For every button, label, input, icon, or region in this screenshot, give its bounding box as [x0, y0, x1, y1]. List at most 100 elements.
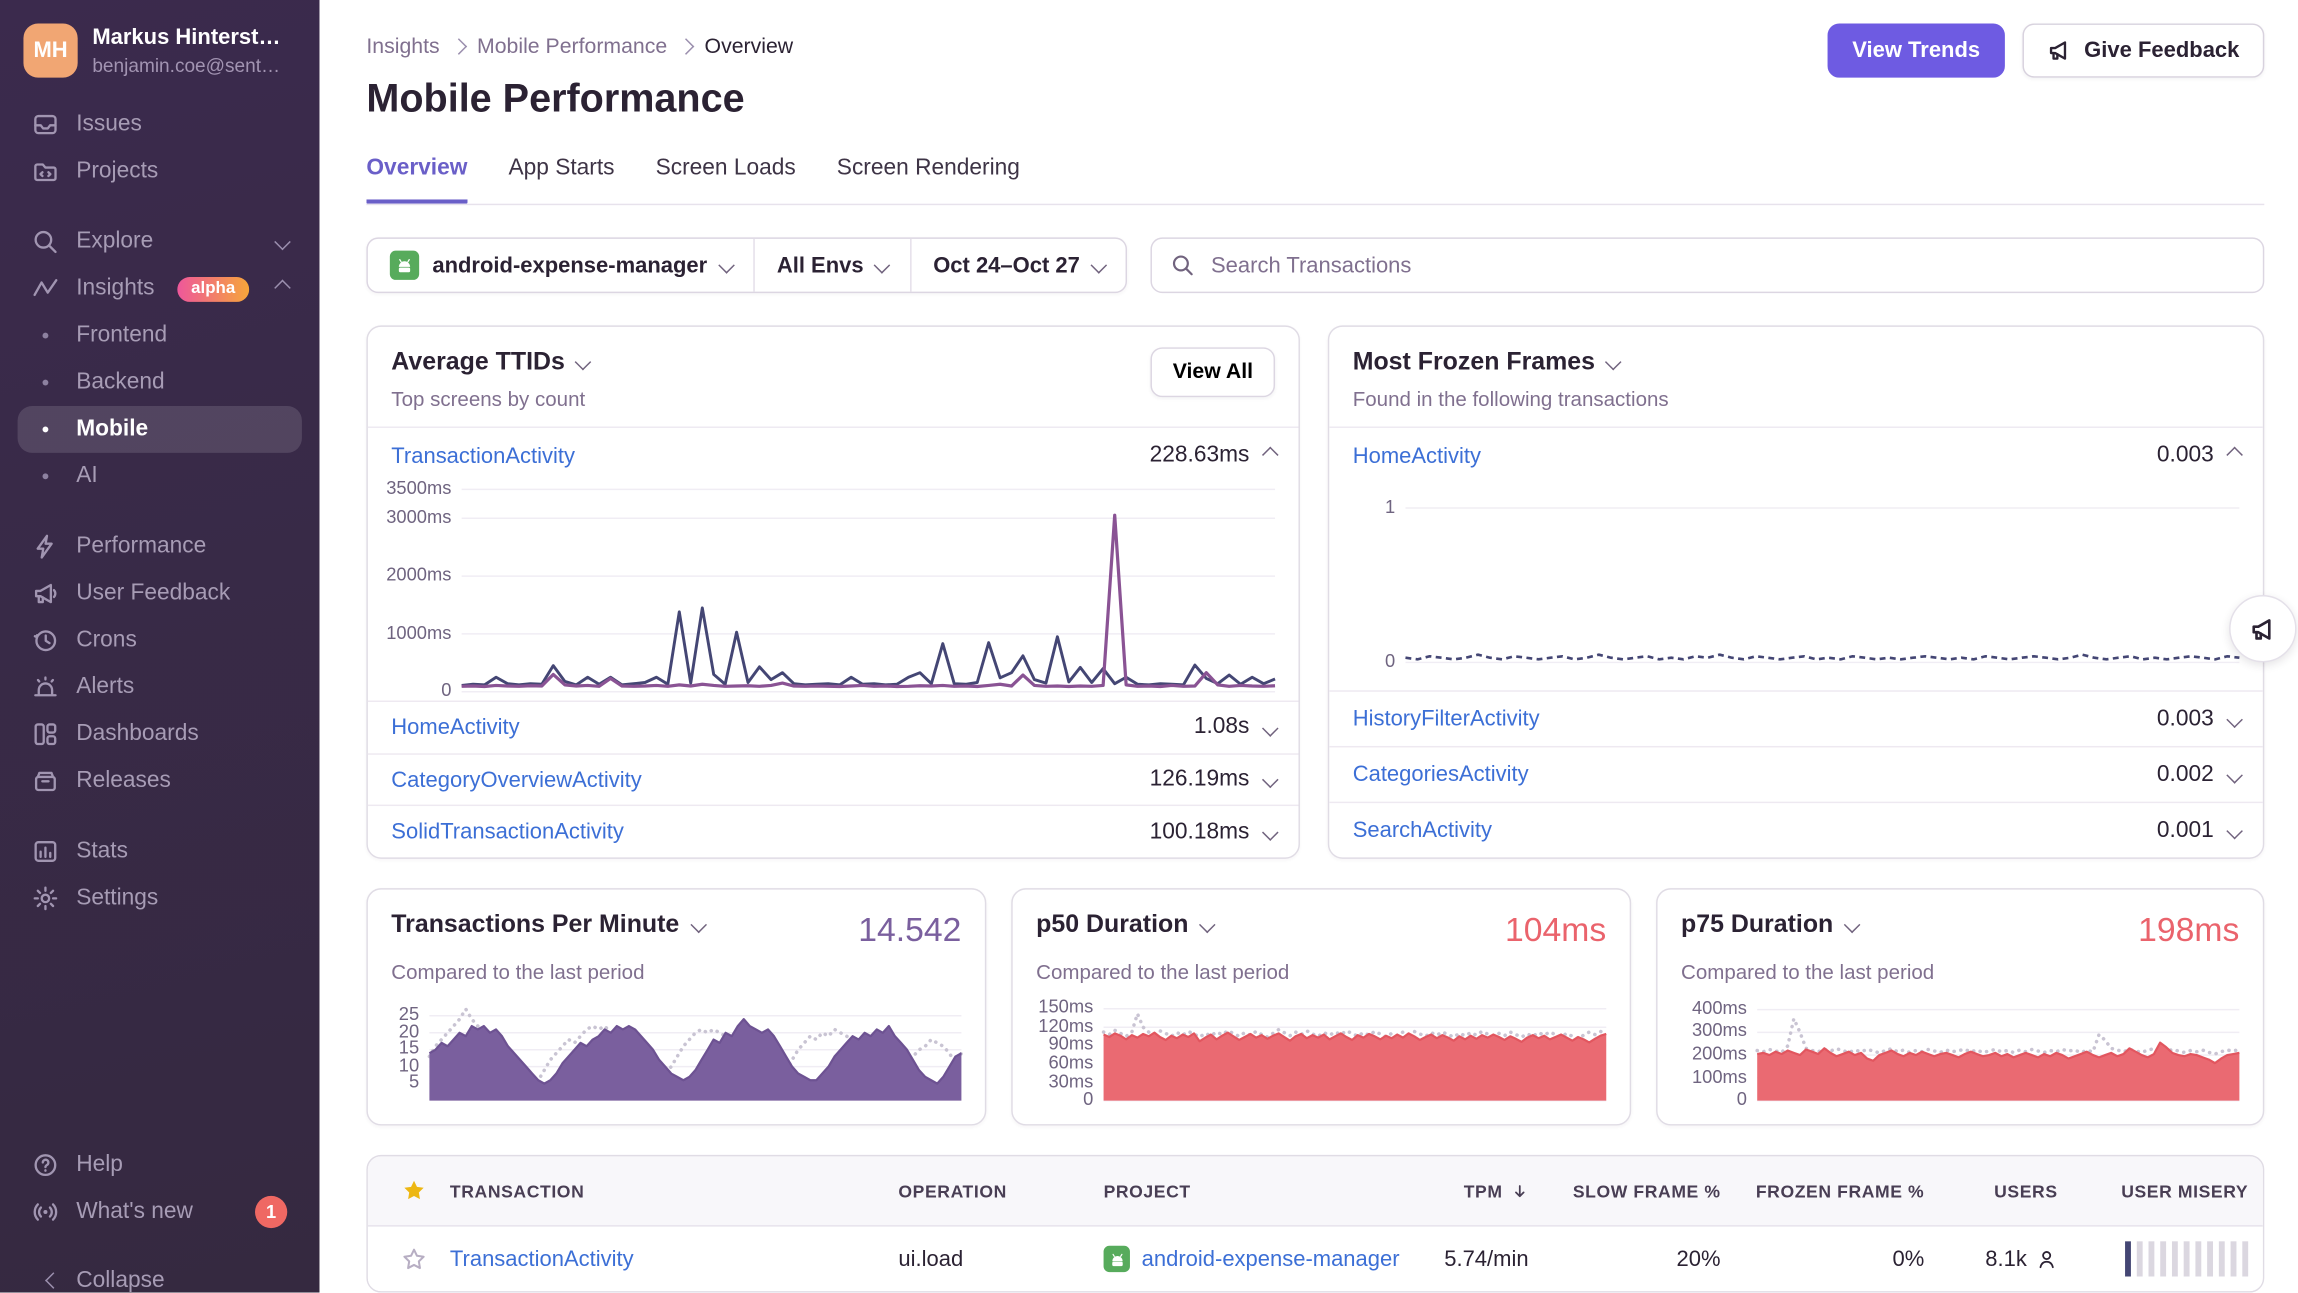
- transaction-link[interactable]: TransactionActivity: [450, 1246, 634, 1271]
- tpm-chart: 252015105: [391, 1004, 961, 1101]
- star-column-header[interactable]: [368, 1178, 435, 1203]
- expand-row-button[interactable]: [2226, 822, 2242, 838]
- android-icon: [1104, 1246, 1130, 1272]
- sort-desc-icon: [1511, 1182, 1529, 1200]
- sidebar-item-explore[interactable]: Explore: [18, 218, 302, 265]
- star-toggle[interactable]: [368, 1246, 435, 1271]
- column-header-frozen-frame[interactable]: FROZEN FRAME %: [1735, 1181, 1939, 1202]
- give-feedback-button[interactable]: Give Feedback: [2023, 23, 2265, 77]
- avatar: MH: [23, 23, 77, 77]
- search-input[interactable]: [1208, 251, 2244, 279]
- siren-icon: [32, 674, 58, 700]
- sidebar-item-frontend[interactable]: Frontend: [18, 312, 302, 359]
- transaction-link[interactable]: HistoryFilterActivity: [1353, 706, 1540, 731]
- transaction-link[interactable]: CategoryOverviewActivity: [391, 767, 641, 792]
- projects-icon: [32, 158, 58, 184]
- view-trends-button[interactable]: View Trends: [1827, 23, 2005, 77]
- environment-filter[interactable]: All Envs: [753, 239, 909, 292]
- tab-screen-loads[interactable]: Screen Loads: [656, 155, 796, 203]
- search-icon: [1171, 254, 1194, 277]
- project-filter[interactable]: android-expense-manager: [368, 239, 754, 292]
- chevron-down-icon: [1199, 917, 1215, 933]
- breadcrumb-separator: [678, 39, 694, 55]
- tab-bar: Overview App Starts Screen Loads Screen …: [366, 155, 2264, 205]
- collapse-row-button[interactable]: [2226, 448, 2242, 464]
- transaction-link[interactable]: CategoriesActivity: [1353, 762, 1529, 787]
- expand-row-button[interactable]: [2226, 711, 2242, 727]
- date-range-filter[interactable]: Oct 24–Oct 27: [910, 239, 1126, 292]
- sidebar-item-dashboards[interactable]: Dashboards: [18, 711, 302, 758]
- megaphone-icon: [32, 580, 58, 606]
- transaction-link[interactable]: HomeActivity: [1353, 443, 1481, 468]
- sidebar: MH Markus Hinterst… benjamin.coe@sent… I…: [0, 0, 319, 1293]
- sidebar-item-user-feedback[interactable]: User Feedback: [18, 570, 302, 617]
- view-all-button[interactable]: View All: [1151, 347, 1275, 397]
- column-header-tpm[interactable]: TPM: [1397, 1181, 1544, 1202]
- sidebar-item-whats-new[interactable]: What's new 1: [18, 1189, 302, 1236]
- user-menu[interactable]: MH Markus Hinterst… benjamin.coe@sent…: [18, 21, 302, 81]
- p50-chart: 150ms120ms90ms60ms30ms0: [1036, 1004, 1606, 1101]
- bullet-icon: [43, 333, 49, 339]
- chevron-down-icon: [1091, 257, 1107, 273]
- expand-row-button[interactable]: [1262, 720, 1278, 736]
- expand-row-button[interactable]: [1262, 772, 1278, 788]
- column-header-users[interactable]: USERS: [1939, 1181, 2072, 1202]
- chevron-down-icon: [874, 257, 890, 273]
- sidebar-item-releases[interactable]: Releases: [18, 758, 302, 805]
- sidebar-item-stats[interactable]: Stats: [18, 828, 302, 875]
- sidebar-item-crons[interactable]: Crons: [18, 617, 302, 664]
- transaction-link[interactable]: TransactionActivity: [391, 443, 575, 468]
- star-outline-icon: [401, 1246, 426, 1271]
- table-header: TRANSACTION OPERATION PROJECT TPM SLOW F…: [368, 1156, 2263, 1226]
- column-header-slow-frame[interactable]: SLOW FRAME %: [1543, 1181, 1735, 1202]
- collapse-row-button[interactable]: [1262, 448, 1278, 464]
- transaction-link[interactable]: SolidTransactionActivity: [391, 819, 624, 844]
- sidebar-collapse-button[interactable]: Collapse: [18, 1257, 302, 1292]
- clock-icon: [32, 627, 58, 653]
- transaction-link[interactable]: HomeActivity: [391, 715, 519, 740]
- project-cell: android-expense-manager: [1089, 1246, 1397, 1272]
- sidebar-item-ai[interactable]: AI: [18, 453, 302, 500]
- column-header-operation[interactable]: OPERATION: [884, 1181, 1089, 1202]
- expand-row-button[interactable]: [2226, 767, 2242, 783]
- column-header-user-misery[interactable]: USER MISERY: [2072, 1181, 2263, 1202]
- sidebar-item-insights[interactable]: Insights alpha: [18, 265, 302, 312]
- p75-title[interactable]: p75 Duration: [1681, 910, 1857, 939]
- most-frozen-frames-title[interactable]: Most Frozen Frames: [1353, 347, 1669, 376]
- bullet-icon: [43, 380, 49, 386]
- expanded-row: HomeActivity 0.003: [1353, 443, 2240, 469]
- sidebar-item-mobile[interactable]: Mobile: [18, 406, 302, 453]
- sidebar-item-settings[interactable]: Settings: [18, 875, 302, 922]
- breadcrumb-separator: [451, 39, 467, 55]
- sidebar-item-help[interactable]: Help: [18, 1142, 302, 1189]
- average-ttids-title[interactable]: Average TTIDs: [391, 347, 589, 376]
- chevron-left-icon: [32, 1268, 58, 1293]
- tab-screen-rendering[interactable]: Screen Rendering: [837, 155, 1020, 203]
- breadcrumb-mobile-performance[interactable]: Mobile Performance: [477, 35, 667, 58]
- sidebar-item-backend[interactable]: Backend: [18, 359, 302, 406]
- whats-new-badge: 1: [255, 1196, 287, 1228]
- p50-title[interactable]: p50 Duration: [1036, 910, 1212, 939]
- chevron-down-icon: [576, 354, 592, 370]
- sidebar-item-alerts[interactable]: Alerts: [18, 664, 302, 711]
- tab-overview[interactable]: Overview: [366, 155, 467, 203]
- project-link[interactable]: android-expense-manager: [1142, 1246, 1400, 1271]
- expand-row-button[interactable]: [1262, 824, 1278, 840]
- breadcrumb-insights[interactable]: Insights: [366, 35, 439, 58]
- chevron-up-icon: [274, 281, 290, 297]
- megaphone-icon: [2249, 615, 2277, 643]
- feedback-widget-button[interactable]: [2229, 595, 2296, 662]
- sidebar-item-issues[interactable]: Issues: [18, 101, 302, 148]
- sidebar-item-projects[interactable]: Projects: [18, 148, 302, 195]
- column-header-project[interactable]: PROJECT: [1089, 1181, 1397, 1202]
- alpha-badge: alpha: [178, 276, 248, 301]
- dashboards-icon: [32, 721, 58, 747]
- card-subtitle: Compared to the last period: [1036, 960, 1606, 983]
- transaction-link[interactable]: SearchActivity: [1353, 818, 1492, 843]
- tpm-title[interactable]: Transactions Per Minute: [391, 910, 703, 939]
- list-item: SearchActivity 0.001: [1329, 802, 2263, 858]
- list-item: SolidTransactionActivity 100.18ms: [368, 805, 1299, 857]
- column-header-transaction[interactable]: TRANSACTION: [435, 1181, 883, 1202]
- tab-app-starts[interactable]: App Starts: [508, 155, 614, 203]
- sidebar-item-performance[interactable]: Performance: [18, 523, 302, 570]
